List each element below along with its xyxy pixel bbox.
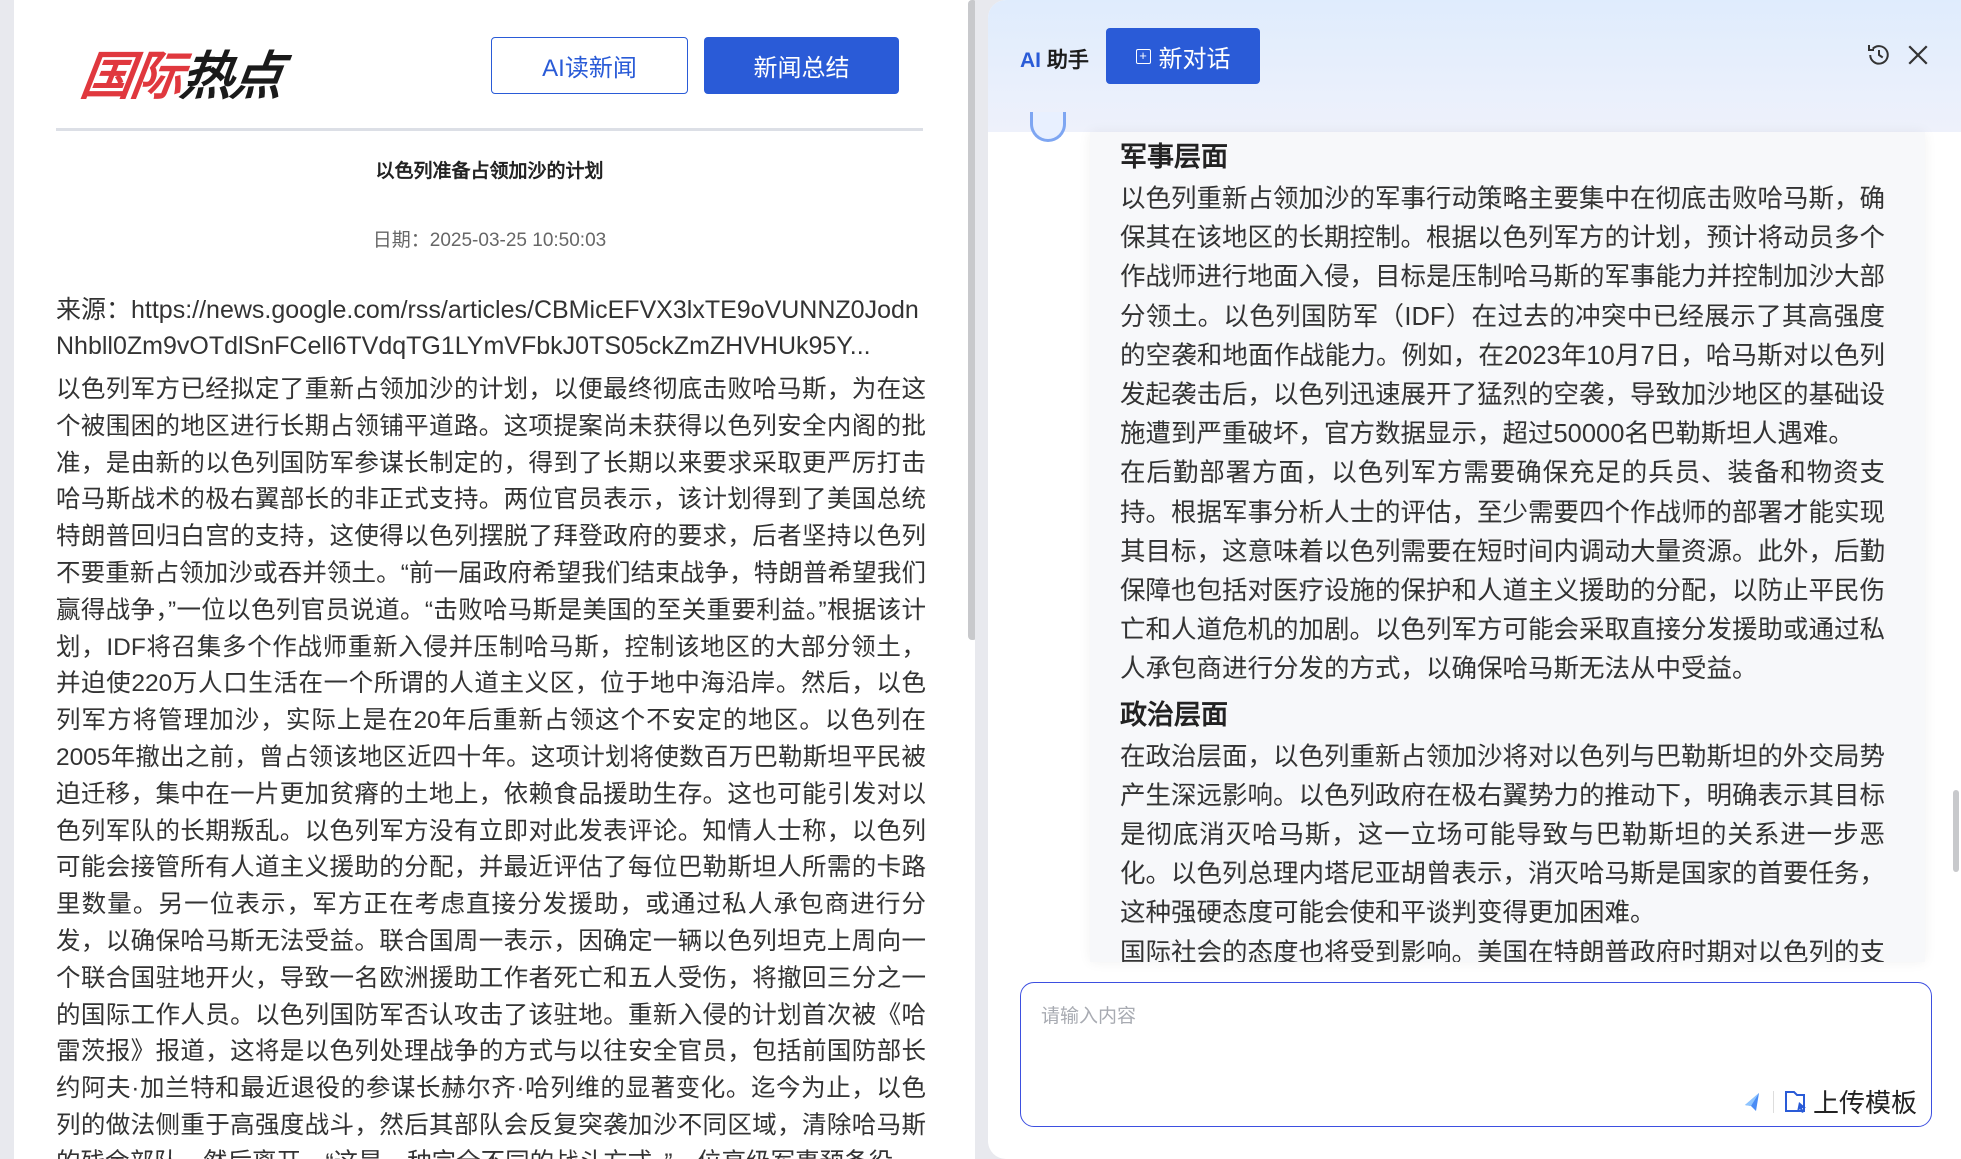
news-summary-button[interactable]: 新闻总结 bbox=[704, 37, 899, 94]
ai-assistant-panel: AI 助手 + 新对话 军事层面 以色列重新占领加沙的军事行动策略主要集中在彻底击… bbox=[988, 0, 1961, 1159]
chat-input[interactable] bbox=[1041, 1001, 1901, 1071]
paragraph: 国际社会的态度也将受到影响。美国在特朗普政府时期对以色列的支持 bbox=[1120, 938, 1886, 962]
section-heading: 政治层面 bbox=[1120, 699, 1228, 730]
new-chat-button[interactable]: + 新对话 bbox=[1106, 28, 1260, 84]
chat-input-box: 上传模板 bbox=[1020, 982, 1932, 1127]
divider bbox=[56, 128, 923, 131]
article-date: 日期：2025-03-25 10:50:03 bbox=[372, 230, 607, 251]
separator bbox=[1773, 1091, 1774, 1113]
paragraph: 在后勤部署方面，以色列军方需要确保充足的兵员、装备和物资支持。根据军事分析人士的… bbox=[1120, 459, 1886, 684]
logo-part2: 热点 bbox=[177, 48, 286, 106]
new-chat-label: 新对话 bbox=[1158, 45, 1231, 73]
close-icon[interactable] bbox=[1903, 40, 1933, 70]
upload-label: 上传模板 bbox=[1813, 1088, 1918, 1118]
scrollbar[interactable] bbox=[1953, 790, 1959, 872]
assistant-message: 军事层面 以色列重新占领加沙的军事行动策略主要集中在彻底击败哈马斯，确保其在该地… bbox=[1090, 132, 1925, 962]
section-heading: 军事层面 bbox=[1120, 142, 1228, 172]
plus-square-icon: + bbox=[1135, 48, 1151, 64]
assistant-title: AI 助手 bbox=[1020, 44, 1089, 74]
paragraph: 在政治层面，以色列重新占领加沙将对以色列与巴勒斯坦的外交局势产生深远影响。以色列… bbox=[1120, 742, 1886, 928]
ai-label: AI bbox=[1020, 49, 1041, 72]
logo-part1: 国际 bbox=[77, 48, 186, 106]
upload-template-button[interactable]: 上传模板 bbox=[1783, 1083, 1917, 1120]
history-icon[interactable] bbox=[1864, 40, 1894, 70]
scrollbar[interactable] bbox=[968, 0, 975, 640]
news-panel: 国际热点 AI读新闻 新闻总结 以色列准备占领加沙的计划 日期：2025-03-… bbox=[14, 0, 975, 1159]
upload-file-icon bbox=[1785, 1090, 1806, 1113]
article-body: 以色列军方已经拟定了重新占领加沙的计划，以便最终彻底击败哈马斯，为在这个被围困的… bbox=[56, 376, 926, 1159]
article-title: 以色列准备占领加沙的计划 bbox=[375, 161, 604, 182]
ai-read-news-button[interactable]: AI读新闻 bbox=[491, 37, 688, 94]
article-source: 来源：https://news.google.com/rss/articles/… bbox=[56, 292, 923, 364]
assistant-avatar bbox=[1030, 112, 1066, 142]
logo: 国际热点 bbox=[77, 34, 288, 109]
source-link[interactable]: https://news.google.com/rss/articles/CBM… bbox=[56, 296, 919, 360]
paragraph: 以色列重新占领加沙的军事行动策略主要集中在彻底击败哈马斯，确保其在该地区的长期控… bbox=[1120, 185, 1886, 449]
send-icon[interactable] bbox=[1743, 1091, 1761, 1113]
assistant-label: 助手 bbox=[1041, 49, 1089, 72]
source-label: 来源： bbox=[56, 296, 132, 324]
